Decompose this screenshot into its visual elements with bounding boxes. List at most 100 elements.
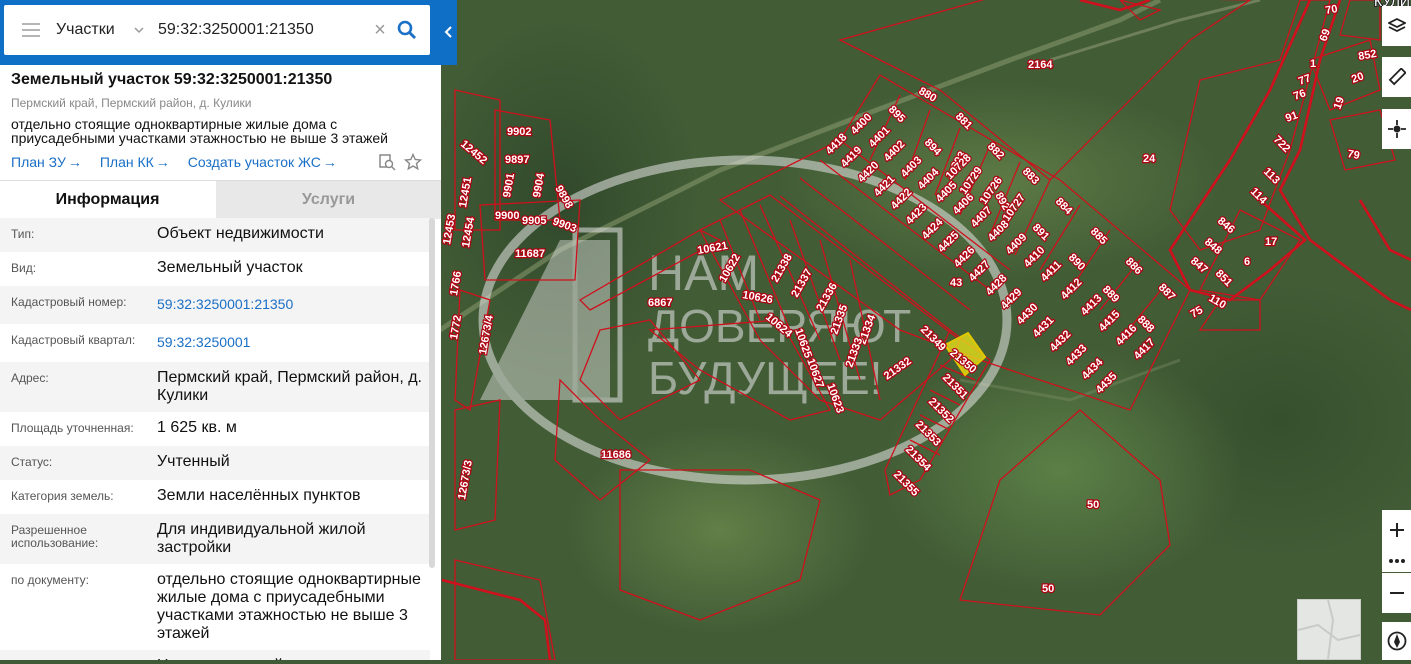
info-row: Категория земель: Земли населённых пункто…: [11, 487, 361, 504]
basemap-thumbnail: [1297, 599, 1361, 660]
parcel-label: 4411: [1039, 259, 1064, 284]
parcel-label: 6867: [648, 297, 672, 309]
parcel-label: 50: [1087, 499, 1099, 511]
parcel-label: 9904: [531, 171, 547, 198]
parcel-label: 4405: [934, 179, 960, 205]
parcel-label: 4407: [969, 204, 995, 230]
parcel-label: 4425: [936, 229, 962, 255]
parcel-description: отдельно стоящие одноквартирные жилые до…: [11, 116, 389, 146]
menu-icon[interactable]: [22, 23, 40, 37]
info-row: Адрес: Пермский край, Пермский район, д. …: [0, 362, 430, 412]
parcel-label: 894: [922, 137, 944, 159]
info-row: Кадастровый квартал: 59:32:3250001: [0, 324, 430, 362]
parcel-label: 9901: [501, 172, 517, 198]
basemap-switcher[interactable]: [1297, 599, 1361, 660]
parcel-label: 75: [1189, 304, 1206, 321]
parcel-label: 4413: [1079, 292, 1105, 318]
parcel-label: 9897: [505, 154, 529, 166]
parcel-label: 17: [1265, 236, 1277, 248]
clear-icon[interactable]: ×: [368, 19, 392, 42]
parcel-label: 882: [985, 141, 1006, 162]
parcel-label: 113: [1261, 166, 1282, 187]
panel-scrollbar[interactable]: [429, 218, 435, 568]
plan-zu-link[interactable]: План ЗУ →: [11, 154, 82, 170]
parcel-label: 11687: [515, 248, 545, 260]
tab-services[interactable]: Услуги: [216, 181, 441, 219]
ruler-icon: [1388, 68, 1406, 86]
parcel-label: 4409: [1004, 231, 1030, 257]
parcel-label: 4415: [1097, 308, 1123, 334]
parcel-label: 12673/3: [456, 459, 475, 500]
info-row: Вид: Земельный участок: [11, 259, 303, 276]
cadastral-number-link[interactable]: 59:32:3250001:21350: [157, 286, 430, 324]
info-row: Кадастровый номер: 59:32:3250001:21350: [0, 286, 430, 324]
search-bar: Участки 59:32:3250001:21350 ×: [4, 5, 430, 55]
parcel-title: Земельный участок 59:32:3250001:21350: [11, 71, 333, 88]
parcel-label: 2164: [1028, 59, 1053, 71]
layers-button[interactable]: [1382, 6, 1411, 46]
plus-icon: [1389, 523, 1404, 537]
parcel-label: 848: [1202, 236, 1224, 257]
search-button[interactable]: [392, 15, 422, 45]
collapse-panel-icon[interactable]: [441, 22, 457, 42]
parcel-label: 12451: [457, 176, 474, 208]
locate-button[interactable]: [1382, 109, 1411, 149]
info-row: по документу: отдельно стоящие однокварти…: [11, 571, 421, 642]
parcel-label: 24: [1143, 153, 1156, 165]
parcel-label: 4410: [1022, 244, 1048, 270]
parcel-label: 851: [1213, 268, 1234, 289]
dots-icon: [1388, 559, 1405, 563]
layers-icon: [1387, 17, 1406, 33]
parcel-label: 847: [1188, 255, 1210, 276]
parcel-label: 4400: [849, 111, 875, 137]
parcel-label: 4417: [1132, 336, 1158, 362]
info-row: Площадь уточненная: 1 625 кв. м: [11, 419, 237, 436]
parcel-label: 76: [1292, 87, 1308, 102]
parcel-label: 20: [1350, 70, 1366, 85]
parcel-label: 891: [1030, 222, 1051, 243]
compass-button[interactable]: [1382, 622, 1411, 660]
arrow-right-icon: →: [155, 154, 170, 170]
parcel-label: 21337: [789, 267, 815, 299]
parcel-label: 885: [1088, 226, 1109, 247]
parcel-label: 4412: [1059, 276, 1085, 302]
parcel-label: 21332: [882, 355, 914, 382]
more-button[interactable]: [1382, 550, 1411, 572]
star-icon[interactable]: [404, 153, 422, 171]
search-input[interactable]: 59:32:3250001:21350: [158, 21, 368, 39]
parcel-label: 4430: [1015, 301, 1041, 327]
info-table: Тип: Объект недвижимости Вид: Земельный уч…: [0, 218, 430, 660]
parcel-label: 12454: [460, 215, 477, 248]
zoom-in-button[interactable]: [1382, 510, 1411, 550]
measure-button[interactable]: [1382, 57, 1411, 97]
panel-tabs: Информация Услуги: [0, 180, 441, 219]
parcel-label: 4419: [839, 144, 865, 170]
search-layer-select[interactable]: Участки: [56, 21, 120, 39]
create-parcel-link[interactable]: Создать участок ЖС →: [188, 154, 337, 170]
parcel-label: 886: [1123, 256, 1144, 277]
search-icon: [397, 20, 416, 39]
parcel-actions: План ЗУ → План КК → Создать участок ЖС →: [11, 154, 337, 170]
compass-icon: [1387, 631, 1406, 651]
zoom-to-object-icon[interactable]: [378, 153, 396, 171]
info-panel: Земельный участок 59:32:3250001:21350 Пе…: [0, 65, 441, 660]
cadastral-quarter-link[interactable]: 59:32:3250001: [157, 324, 430, 362]
info-row: Разрешенное использование: Для индивидуал…: [0, 514, 430, 564]
parcel-label: 887: [1156, 282, 1177, 303]
arrow-right-icon: →: [322, 154, 337, 170]
parcel-label: 110: [1207, 292, 1228, 311]
parcel-label: 884: [1053, 196, 1075, 218]
parcel-label: 4403: [899, 154, 925, 180]
chevron-down-icon[interactable]: [134, 25, 144, 35]
parcel-label: 70: [1324, 3, 1338, 17]
parcel-label: 12453: [441, 213, 458, 245]
parcel-label: 883: [1020, 166, 1041, 187]
parcel-label: 12452: [458, 138, 489, 167]
tab-info[interactable]: Информация: [0, 181, 215, 219]
parcel-label: 19: [1332, 95, 1347, 111]
zoom-out-button[interactable]: [1382, 573, 1411, 613]
info-row: Нет ограничений: [0, 650, 430, 660]
plan-kk-link[interactable]: План КК →: [100, 154, 170, 170]
crosshair-icon: [1387, 120, 1406, 138]
parcel-label: 1766: [448, 270, 464, 296]
